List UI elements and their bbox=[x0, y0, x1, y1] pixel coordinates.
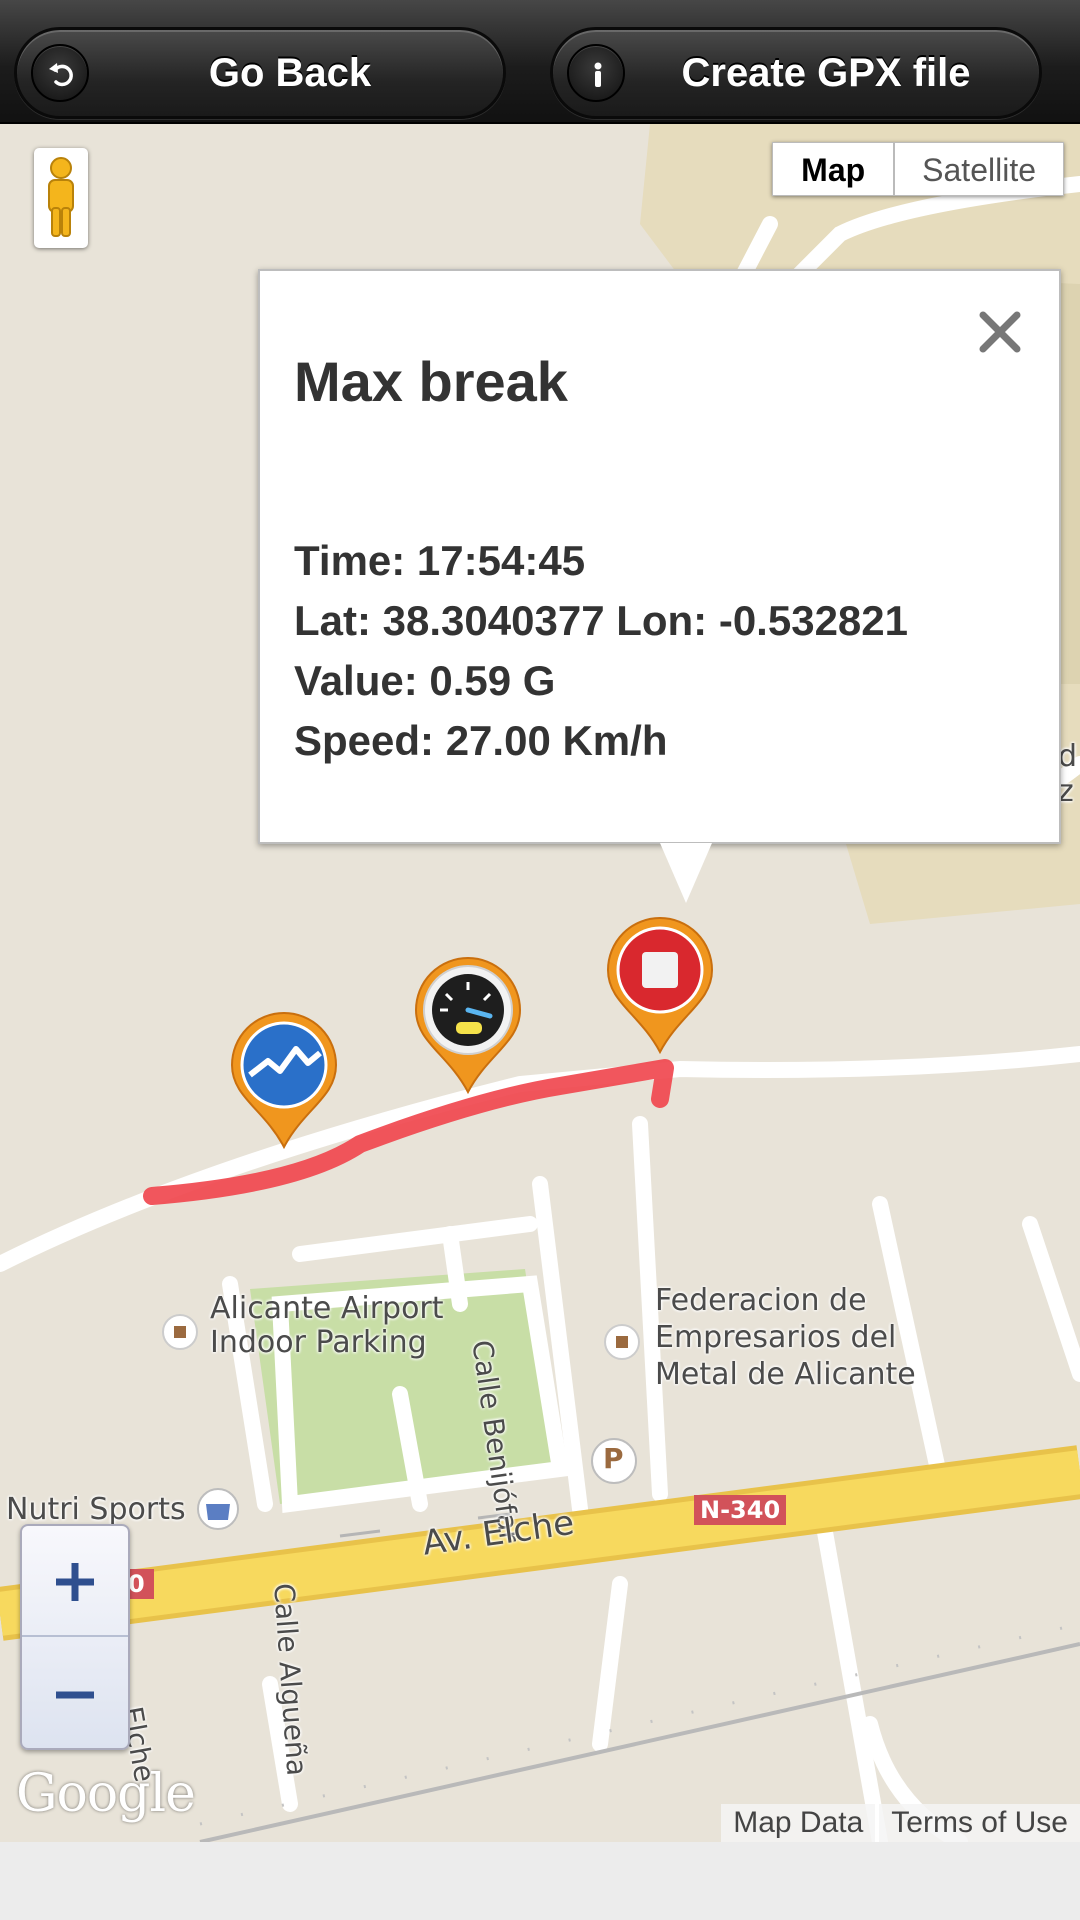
pegman-street-view-icon[interactable] bbox=[34, 148, 88, 248]
info-window-pointer bbox=[660, 843, 712, 903]
info-speed: Speed: 27.00 Km/h bbox=[294, 717, 668, 764]
road-badge-n340: N-340 bbox=[700, 1496, 781, 1524]
poi-label-federacion: Federacion de Empresarios del Metal de A… bbox=[655, 1283, 916, 1392]
speed-marker[interactable] bbox=[408, 954, 528, 1094]
info-title: Max break bbox=[294, 350, 568, 413]
undo-arrow-icon bbox=[31, 44, 89, 102]
parking-icon: P bbox=[603, 1442, 624, 1475]
info-time: Time: 17:54:45 bbox=[294, 537, 586, 584]
top-toolbar: Go Back Create GPX file bbox=[0, 0, 1080, 124]
google-logo: Google bbox=[16, 1764, 196, 1824]
close-icon[interactable] bbox=[977, 309, 1023, 355]
map-data-link[interactable]: Map Data bbox=[721, 1804, 876, 1842]
minus-icon bbox=[56, 1691, 94, 1699]
map-type-map-button[interactable]: Map bbox=[772, 142, 895, 196]
map-view[interactable]: Alicante Airport Indoor Parking Federaci… bbox=[0, 124, 1080, 1842]
info-latlon: Lat: 38.3040377 Lon: -0.532821 bbox=[294, 597, 909, 644]
poi-label-parking: Alicante Airport Indoor Parking bbox=[210, 1291, 444, 1360]
stop-icon bbox=[642, 952, 678, 988]
zoom-control bbox=[20, 1524, 130, 1750]
bottom-bar bbox=[0, 1842, 1080, 1920]
speedometer-icon bbox=[432, 974, 504, 1046]
map-type-control: Map Satellite bbox=[772, 142, 1064, 196]
terms-of-use-link[interactable]: Terms of Use bbox=[879, 1804, 1080, 1842]
info-icon bbox=[567, 44, 625, 102]
create-gpx-label: Create GPX file bbox=[681, 50, 971, 95]
plus-icon bbox=[56, 1563, 94, 1601]
zoom-out-button[interactable] bbox=[22, 1639, 128, 1750]
info-value: Value: 0.59 G bbox=[294, 657, 556, 704]
map-type-satellite-button[interactable]: Satellite bbox=[894, 142, 1064, 196]
chart-marker[interactable] bbox=[224, 1009, 344, 1149]
stop-marker[interactable] bbox=[600, 914, 720, 1054]
go-back-button[interactable]: Go Back bbox=[14, 27, 506, 119]
info-details: Time: 17:54:45 Lat: 38.3040377 Lon: -0.5… bbox=[294, 531, 908, 771]
road-badge-left: 0 bbox=[128, 1570, 145, 1598]
zoom-in-button[interactable] bbox=[22, 1526, 128, 1637]
map-attribution: Map Data Terms of Use bbox=[721, 1804, 1080, 1842]
poi-label-nutri-sports: Nutri Sports bbox=[6, 1492, 186, 1527]
go-back-label: Go Back bbox=[208, 50, 372, 95]
create-gpx-button[interactable]: Create GPX file bbox=[550, 27, 1042, 119]
info-window: Max break Time: 17:54:45 Lat: 38.3040377… bbox=[258, 269, 1061, 903]
